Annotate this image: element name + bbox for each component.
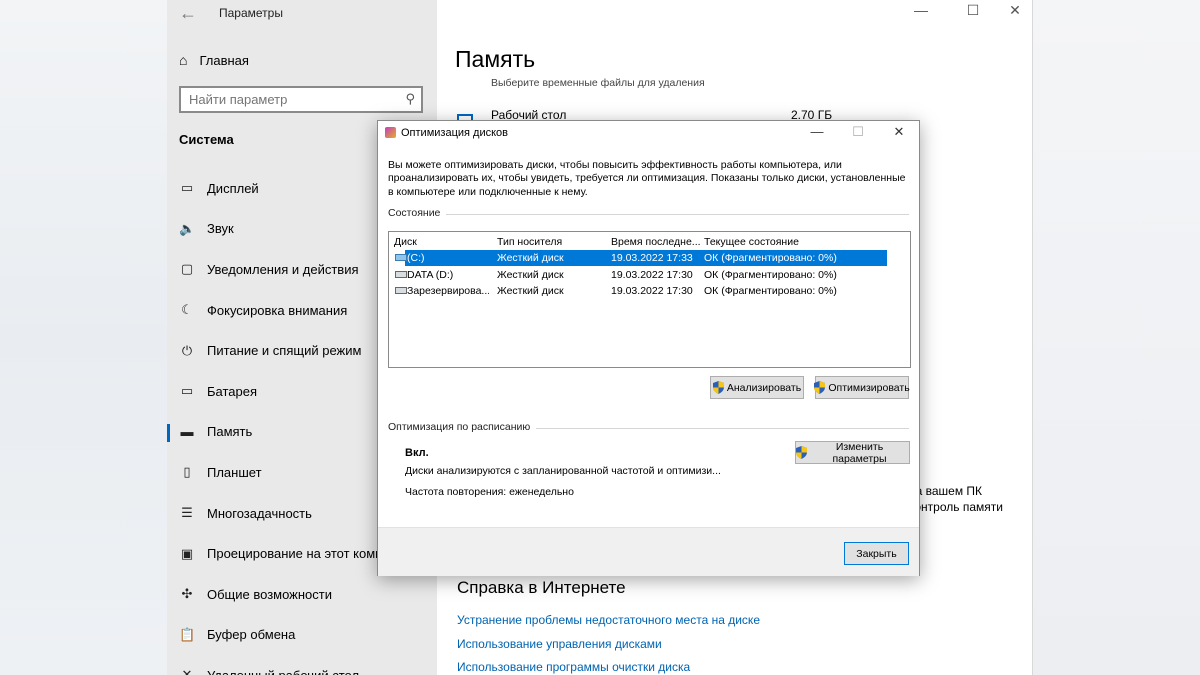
analyze-label: Анализировать — [726, 381, 802, 394]
dialog-close-button[interactable]: ✕ — [887, 124, 911, 140]
home-icon: ⌂ — [179, 52, 188, 68]
change-settings-button[interactable]: Изменить параметры — [795, 440, 910, 465]
cell-last-run: 19.03.2022 17:30 — [611, 268, 693, 281]
schedule-group-label: Оптимизация по расписанию — [388, 421, 909, 433]
table-row[interactable]: (C:) Жесткий диск 19.03.2022 17:33 ОК (Фраг… — [389, 250, 889, 266]
cell-name: (C:) — [407, 252, 425, 264]
cell-status: ОК (Фрагментировано: 0%) — [704, 268, 837, 281]
close-dialog-button[interactable]: Закрыть — [844, 542, 909, 565]
uac-shield-icon — [814, 381, 826, 394]
multitasking-icon: ☰ — [181, 505, 193, 521]
table-row[interactable]: Зарезервирова... Жесткий диск 19.03.2022 1… — [389, 283, 889, 299]
sidebar-item-label: Память — [207, 424, 253, 440]
sidebar-item-label: Питание и спящий режим — [207, 343, 362, 359]
sidebar-item-label: Уведомления и действия — [207, 261, 359, 277]
sidebar-item-label: Удаленный рабочий стол — [207, 668, 359, 675]
clipboard-icon: 📋 — [179, 626, 196, 642]
sidebar-item-label: Фокусировка внимания — [207, 302, 348, 318]
dialog-minimize-button[interactable]: — — [805, 124, 829, 139]
cell-last-run: 19.03.2022 17:33 — [611, 252, 693, 264]
display-icon: ▭ — [180, 180, 194, 196]
help-link-low-space[interactable]: Устранение проблемы недостаточного места… — [457, 613, 760, 627]
drives-list[interactable]: Диск Тип носителя Время последне... Теку… — [388, 231, 911, 368]
cell-media: Жесткий диск — [497, 252, 564, 264]
cell-status: ОК (Фрагментировано: 0%) — [704, 252, 837, 264]
sidebar-item-shared-experiences[interactable]: ✣ Общие возможности — [167, 574, 437, 615]
sidebar-item-label: Общие возможности — [207, 586, 333, 602]
change-settings-label: Изменить параметры — [832, 440, 887, 465]
cell-media: Жесткий диск — [497, 268, 564, 281]
sound-icon: 🔈 — [179, 220, 196, 236]
drive-icon — [395, 270, 407, 278]
maximize-button[interactable]: ☐ — [963, 2, 983, 19]
sidebar-item-label: Главная — [199, 52, 249, 68]
sidebar-item-label: Планшет — [207, 464, 262, 480]
battery-icon: ▭ — [180, 383, 194, 399]
search-icon[interactable]: ⚲ — [405, 91, 415, 107]
help-link-disk-cleanup[interactable]: Использование программы очистки диска — [457, 660, 690, 674]
page-subtitle: Выберите временные файлы для удаления — [491, 77, 705, 89]
projecting-icon: ▣ — [180, 545, 194, 561]
schedule-description: Диски анализируются с запланированной ча… — [405, 465, 721, 477]
schedule-state: Вкл. — [405, 447, 429, 459]
column-header-disk[interactable]: Диск — [394, 236, 489, 248]
sidebar-item-remote-desktop[interactable]: ✕ Удаленный рабочий стол — [167, 655, 437, 675]
remote-desktop-icon: ✕ — [181, 667, 193, 675]
sidebar-item-label: Дисплей — [207, 180, 259, 196]
sidebar-item-label: Многозадачность — [207, 505, 312, 521]
cell-status: ОК (Фрагментировано: 0%) — [704, 285, 837, 297]
sidebar-item-clipboard[interactable]: 📋 Буфер обмена — [167, 615, 437, 656]
page-title: Память — [455, 46, 536, 72]
search-box[interactable]: ⚲ — [179, 86, 423, 113]
section-title: Система — [179, 132, 234, 147]
desktop-background-right — [1032, 0, 1200, 675]
defrag-app-icon — [385, 127, 396, 138]
dialog-description: Вы можете оптимизировать диски, чтобы по… — [388, 159, 906, 198]
cell-media: Жесткий диск — [497, 285, 564, 297]
status-group-label: Состояние — [388, 207, 909, 219]
storage-sense-link[interactable]: контроль памяти — [909, 500, 1003, 514]
sidebar-item-label: Звук — [207, 221, 234, 237]
optimize-button[interactable]: Оптимизировать — [814, 376, 910, 399]
dialog-footer: Закрыть — [378, 527, 919, 576]
minimize-button[interactable]: — — [911, 2, 931, 18]
help-link-disk-management[interactable]: Использование управления дисками — [457, 637, 662, 651]
column-header-media[interactable]: Тип носителя — [497, 236, 605, 248]
table-row[interactable]: DATA (D:) Жесткий диск 19.03.2022 17:30 ОК … — [389, 267, 889, 283]
dialog-maximize-button: ☐ — [852, 124, 864, 139]
dialog-title: Оптимизация дисков — [401, 127, 508, 139]
cell-name: DATA (D:) — [407, 268, 454, 281]
analyze-button[interactable]: Анализировать — [710, 376, 804, 399]
column-header-last-run[interactable]: Время последне... — [611, 236, 703, 248]
schedule-frequency: Частота повторения: еженедельно — [405, 486, 574, 498]
sidebar-item-home[interactable]: ⌂ Главная — [179, 52, 249, 68]
cell-last-run: 19.03.2022 17:30 — [611, 285, 693, 297]
power-icon: ⏻ — [181, 342, 193, 358]
focus-assist-icon: ☾ — [181, 302, 193, 318]
optimize-drives-dialog: Оптимизация дисков — ☐ ✕ Вы можете оптим… — [377, 120, 920, 576]
drive-icon — [395, 287, 407, 294]
desktop-background-left — [0, 0, 167, 675]
system-drive-icon — [395, 254, 407, 261]
uac-shield-icon — [712, 381, 724, 394]
sidebar-item-label: Буфер обмена — [207, 627, 296, 643]
back-arrow-icon[interactable]: ← — [179, 3, 197, 24]
search-input[interactable] — [181, 88, 391, 111]
list-header: Диск Тип носителя Время последне... Теку… — [389, 232, 910, 250]
app-title: Параметры — [219, 6, 283, 20]
help-title: Справка в Интернете — [457, 578, 626, 597]
column-header-status[interactable]: Текущее состояние — [704, 236, 884, 248]
notifications-icon: ▢ — [180, 261, 194, 277]
tablet-icon: ▯ — [183, 464, 191, 480]
storage-icon: ▬ — [180, 424, 194, 440]
optimize-label: Оптимизировать — [828, 381, 910, 394]
dialog-titlebar[interactable]: Оптимизация дисков — ☐ ✕ — [378, 121, 919, 145]
close-button[interactable]: ✕ — [1005, 2, 1025, 19]
sidebar-item-label: Батарея — [207, 383, 258, 399]
cell-name: Зарезервирова... — [407, 285, 489, 297]
uac-shield-icon — [796, 446, 807, 459]
shared-experiences-icon: ✣ — [181, 586, 193, 602]
